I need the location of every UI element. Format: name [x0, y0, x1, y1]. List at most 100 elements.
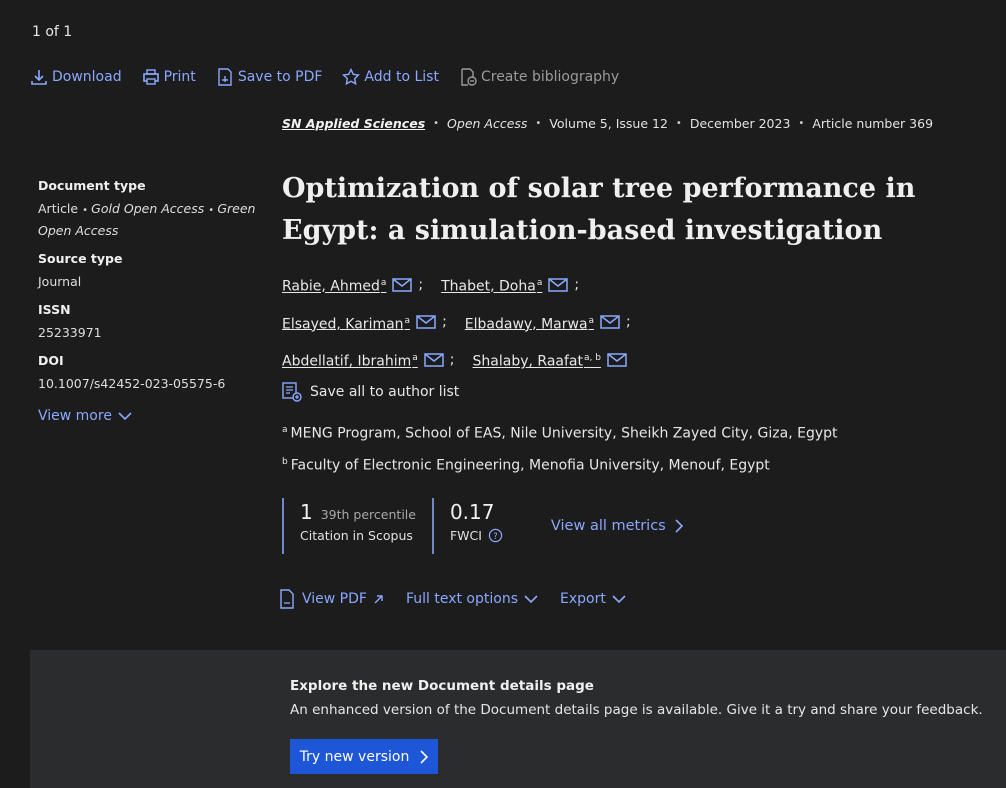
journal-link[interactable]: SN Applied Sciences — [282, 116, 425, 131]
document-metadata: Document type Article • Gold Open Access… — [38, 178, 258, 424]
bibliography-icon — [461, 68, 477, 86]
separator: ; — [574, 276, 580, 293]
affiliation-item: b Faculty of Electronic Engineering, Meno… — [282, 456, 770, 474]
external-link-icon — [374, 594, 383, 603]
source-type-label: Source type — [38, 251, 123, 266]
view-pdf-link[interactable]: View PDF — [278, 589, 384, 609]
doi-value: 10.1007/s42452-023-05575-6 — [38, 376, 226, 391]
issn-label: ISSN — [38, 302, 71, 317]
separator: ; — [626, 314, 631, 331]
affiliations: a MENG Program, School of EAS, Nile Unive… — [282, 416, 838, 479]
view-all-metrics-link[interactable]: View all metrics — [551, 518, 683, 534]
full-text-options-button[interactable]: Full text options — [406, 589, 538, 609]
separator-dot: • — [82, 205, 92, 216]
page-title: Optimization of solar tree performance i… — [282, 173, 916, 246]
add-to-list-label: Add to List — [364, 69, 439, 85]
create-bibliography-button[interactable]: Create bibliography — [459, 68, 619, 86]
svg-text:?: ? — [493, 531, 497, 541]
author-link[interactable]: Rabie, Ahmeda — [282, 266, 386, 304]
view-more-label: View more — [38, 408, 112, 424]
banner-heading: Explore the new Document details page — [290, 678, 594, 694]
save-pdf-button[interactable]: Save to PDF — [216, 68, 323, 86]
pdf-file-icon — [218, 68, 232, 86]
banner-text: An enhanced version of the Document deta… — [290, 702, 983, 718]
bibliography-label: Create bibliography — [480, 69, 620, 85]
citation-metric: 1 39th percentile Citation in Scopus — [282, 498, 432, 554]
chevron-down-icon — [612, 595, 626, 604]
export-label: Export — [560, 591, 606, 607]
download-icon — [31, 70, 47, 85]
access-type: Open Access — [447, 116, 528, 131]
save-pdf-label: Save to PDF — [237, 69, 323, 85]
new-version-banner: Explore the new Document details page An… — [30, 650, 1006, 788]
separator-dot: • — [433, 118, 440, 129]
source-info: SN Applied Sciences • Open Access • Volu… — [282, 116, 933, 131]
author-row: Elsayed, Karimana ; Elbadawy, Marwaa ; — [282, 304, 649, 342]
download-button[interactable]: Download — [30, 68, 122, 86]
add-to-list-icon — [282, 382, 302, 402]
volume-issue: Volume 5, Issue 12 — [549, 116, 668, 131]
metrics-panel: 1 39th percentile Citation in Scopus 0.17… — [282, 498, 683, 554]
pdf-icon — [280, 589, 294, 609]
affiliation-item: a MENG Program, School of EAS, Nile Unive… — [282, 425, 838, 442]
try-new-version-label: Try new version — [299, 748, 410, 765]
author-link[interactable]: Abdellatif, Ibrahima — [282, 341, 418, 379]
author-link[interactable]: Elsayed, Karimana — [282, 304, 410, 342]
view-all-metrics-label: View all metrics — [550, 518, 666, 534]
author-row: Abdellatif, Ibrahima ; Shalaby, Raafata,… — [282, 341, 649, 379]
doi-label: DOI — [38, 353, 64, 368]
percentile: 39th percentile — [320, 507, 416, 522]
view-pdf-label: View PDF — [302, 591, 367, 607]
citation-count: 1 — [300, 500, 313, 524]
star-icon — [342, 68, 361, 86]
print-button[interactable]: Print — [142, 68, 196, 86]
export-button[interactable]: Export — [560, 589, 626, 609]
issn-value: 25233971 — [38, 325, 102, 340]
citation-label: Citation in Scopus — [300, 528, 413, 543]
doc-type-label: Document type — [38, 178, 146, 193]
author-list: Rabie, Ahmeda ; Thabet, Dohaa ; Elsayed,… — [282, 266, 649, 409]
save-all-label: Save all to author list — [310, 383, 460, 400]
email-icon[interactable] — [424, 352, 444, 368]
chevron-right-icon — [420, 749, 429, 764]
fwci-value: 0.17 — [449, 500, 495, 524]
separator-dot: • — [535, 118, 542, 129]
email-icon[interactable] — [548, 277, 569, 293]
view-more-button[interactable]: View more — [38, 408, 258, 424]
separator: ; — [449, 352, 455, 369]
chevron-right-icon — [675, 519, 683, 533]
doc-type-value: Article • Gold Open Access • Green Open … — [38, 199, 258, 241]
separator: ; — [418, 276, 424, 293]
save-all-authors-button[interactable]: Save all to author list — [282, 375, 649, 409]
article-number: Article number 369 — [812, 116, 934, 131]
author-link[interactable]: Thabet, Dohaa — [441, 266, 542, 304]
email-icon[interactable] — [392, 277, 413, 293]
download-label: Download — [52, 69, 122, 85]
try-new-version-button[interactable]: Try new version — [290, 739, 438, 774]
doc-type-article: Article — [38, 201, 79, 216]
toolbar: Download Print Save to PDF Add to List C… — [30, 68, 619, 86]
author-link[interactable]: Shalaby, Raafata, b — [473, 341, 601, 379]
separator-dot: • — [675, 118, 682, 129]
document-actions: View PDF Full text options Export — [278, 589, 626, 609]
fwci-label: FWCI — [449, 528, 482, 543]
email-icon[interactable] — [607, 352, 627, 368]
pager: 1 of 1 — [32, 24, 73, 40]
email-icon[interactable] — [600, 314, 620, 330]
print-icon — [142, 69, 159, 85]
author-link[interactable]: Elbadawy, Marwaa — [465, 304, 594, 342]
help-icon[interactable]: ? — [488, 528, 503, 543]
chevron-down-icon — [118, 412, 132, 421]
source-type-value: Journal — [38, 274, 82, 289]
publication-date: December 2023 — [689, 116, 791, 131]
separator: ; — [442, 314, 447, 331]
author-row: Rabie, Ahmeda ; Thabet, Dohaa ; — [282, 266, 649, 304]
separator-dot: • — [208, 205, 218, 216]
fwci-metric: 0.17 FWCI ? — [431, 498, 519, 554]
doc-type-gold: Gold Open Access — [91, 201, 205, 216]
print-label: Print — [163, 69, 196, 85]
fwci-label-row: FWCI ? — [450, 528, 503, 543]
email-icon[interactable] — [416, 314, 436, 330]
add-to-list-button[interactable]: Add to List — [342, 68, 439, 86]
full-text-label: Full text options — [405, 591, 518, 607]
